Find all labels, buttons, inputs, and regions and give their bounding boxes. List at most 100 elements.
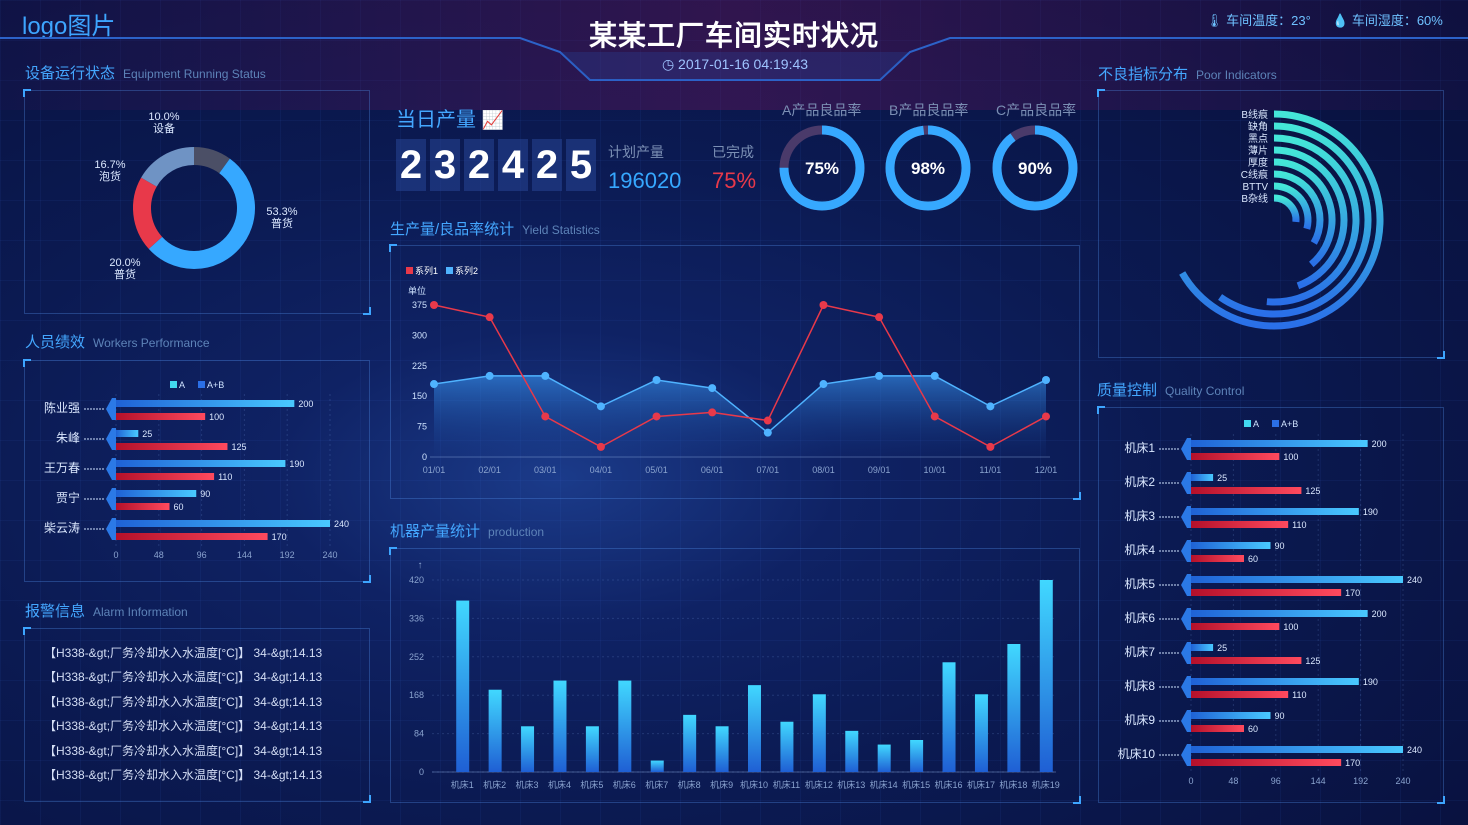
legend-swatch-ab (1272, 420, 1279, 427)
series-point (763, 416, 772, 425)
x-tick-label: 机床1 (451, 779, 474, 790)
alarm-line: 【H338-&gt;厂务冷却水入水温度[°C]】 34-&gt;14.13 (44, 695, 323, 709)
bar-a (116, 443, 228, 450)
yield-title: 生产量/良品率统计 Yield Statistics (390, 218, 600, 239)
bar-a-plus-b (1191, 746, 1403, 753)
y-axis-label: 单位 (408, 285, 426, 296)
bar-a-plus-b-value: 190 (289, 459, 304, 469)
row-marker (1181, 608, 1191, 630)
legend-swatch (446, 267, 453, 274)
bar-a-value: 60 (1248, 554, 1258, 564)
production-title-text: 当日产量 (396, 109, 476, 131)
tick-label: 192 (280, 550, 295, 560)
alarm-title-text: 报警信息 (25, 603, 86, 620)
poor-indicators-chart: B线痕缺角黑点薄片厚度C线痕BTTVB杂线 (1179, 108, 1384, 330)
clock-icon: ◷ (661, 56, 675, 72)
bar-a-plus-b (1191, 610, 1368, 617)
legend-label-a: A (1253, 419, 1259, 429)
alarm-title-en: Alarm Information (93, 605, 188, 619)
y-tick-label: 0 (422, 452, 427, 462)
alarm-line: 【H338-&gt;厂务冷却水入水温度[°C]】 34-&gt;14.13 (44, 670, 323, 684)
bar-a-plus-b (1191, 508, 1359, 515)
series-point (1042, 375, 1050, 384)
row-marker (106, 518, 116, 540)
bar-a-value: 125 (1305, 656, 1320, 666)
row-label: 陈业强 (44, 400, 80, 415)
bar-a (1191, 453, 1280, 460)
row-label: 机床2 (1124, 475, 1155, 489)
alarm-line: 【H338-&gt;厂务冷却水入水温度[°C]】 34-&gt;14.13 (44, 744, 323, 758)
y-tick-label: 150 (412, 391, 427, 401)
yield-title-en: Yield Statistics (522, 223, 600, 237)
poor-indicator-arc (1273, 194, 1300, 223)
row-label: 机床10 (1118, 747, 1156, 761)
y-tick-label: 300 (412, 330, 427, 340)
poor-indicator-arc (1179, 110, 1384, 330)
row-marker (106, 398, 116, 420)
series-point (430, 380, 438, 389)
y-axis-arrow-icon: ↑ (418, 560, 423, 571)
bar (521, 726, 535, 772)
bar (650, 760, 664, 772)
plan-value: 196020 (608, 168, 682, 193)
x-tick-label: 机床15 (902, 779, 930, 790)
poor-indicator-label: B杂线 (1241, 192, 1268, 205)
bar (488, 689, 502, 772)
series-point (485, 371, 494, 380)
bar-a-plus-b-value: 190 (1363, 677, 1378, 687)
temperature-text: 车间温度：23° (1226, 13, 1311, 28)
production-title: 当日产量 📈 (396, 103, 504, 132)
row-marker (1181, 472, 1191, 494)
bar-a-plus-b (1191, 576, 1403, 583)
series-point (541, 371, 550, 380)
y-tick-label: 336 (409, 613, 424, 623)
bar-a-plus-b-value: 240 (334, 519, 349, 529)
ring-b-label: B产品良品率 (889, 102, 969, 118)
yield-chart: 系列1 系列2 单位 0 75 150 225 300 375 01/01 02/01 03/01 04… (406, 265, 1058, 475)
poor-title-text: 不良指标分布 (1098, 66, 1189, 83)
bar-a-plus-b (1191, 644, 1214, 651)
x-tick-label: 12/01 (1035, 465, 1058, 475)
series-point (986, 442, 995, 451)
x-tick-label: 10/01 (923, 465, 946, 475)
y-tick-label: 252 (409, 652, 424, 662)
bar-a-value: 125 (1305, 486, 1320, 496)
workers-title-en: Workers Performance (93, 336, 210, 350)
bar-a-plus-b-value: 190 (1363, 507, 1378, 517)
bar-a (116, 413, 206, 420)
y-tick-label: 168 (409, 690, 424, 700)
bar-a (1191, 623, 1280, 630)
x-tick-label: 机床4 (548, 779, 571, 790)
humidity-text: 车间湿度：60% (1351, 13, 1443, 28)
legend-swatch-a (1244, 420, 1251, 427)
quality-chart: A A+B 0 48 96 144 192 240 机床1 200 100 机床2 25 125 机床3 19… (1118, 419, 1422, 786)
production-digit: 3 (430, 139, 460, 191)
quality-title-text: 质量控制 (1097, 382, 1158, 399)
row-label: 朱峰 (56, 431, 80, 445)
poor-title: 不良指标分布 Poor Indicators (1098, 63, 1277, 84)
datetime-text: 2017-01-16 04:19:43 (678, 56, 809, 72)
production-digit: 2 (464, 139, 494, 191)
donut-label-pct-0: 10.0% (148, 111, 179, 123)
x-tick-label: 08/01 (812, 465, 835, 475)
series-point (875, 371, 884, 380)
alarm-line: 【H338-&gt;厂务冷却水入水温度[°C]】 34-&gt;14.13 (44, 768, 323, 782)
row-marker (1181, 710, 1191, 732)
row-marker (1181, 744, 1191, 766)
bar-a-value: 170 (272, 532, 287, 542)
quality-title-en: Quality Control (1165, 384, 1245, 398)
x-tick-label: 07/01 (757, 465, 780, 475)
quality-rate-rings: 75% 98% 90% (779, 125, 1078, 211)
x-tick-label: 11/01 (979, 465, 1001, 475)
bar-a-value: 170 (1345, 758, 1360, 768)
ring-c-label: C产品良品率 (996, 102, 1077, 118)
x-tick-label: 06/01 (701, 465, 724, 475)
y-tick-label: 375 (412, 300, 427, 310)
alarm-line: 【H338-&gt;厂务冷却水入水温度[°C]】 34-&gt;14.13 (44, 719, 323, 733)
temperature: 🌡 车间温度：23° (1206, 10, 1311, 29)
bar-a (1191, 657, 1302, 664)
bar (553, 680, 567, 772)
tick-label: 144 (1311, 776, 1326, 786)
donut-label-pct-3: 16.7% (94, 159, 125, 171)
production-digit: 2 (532, 139, 562, 191)
